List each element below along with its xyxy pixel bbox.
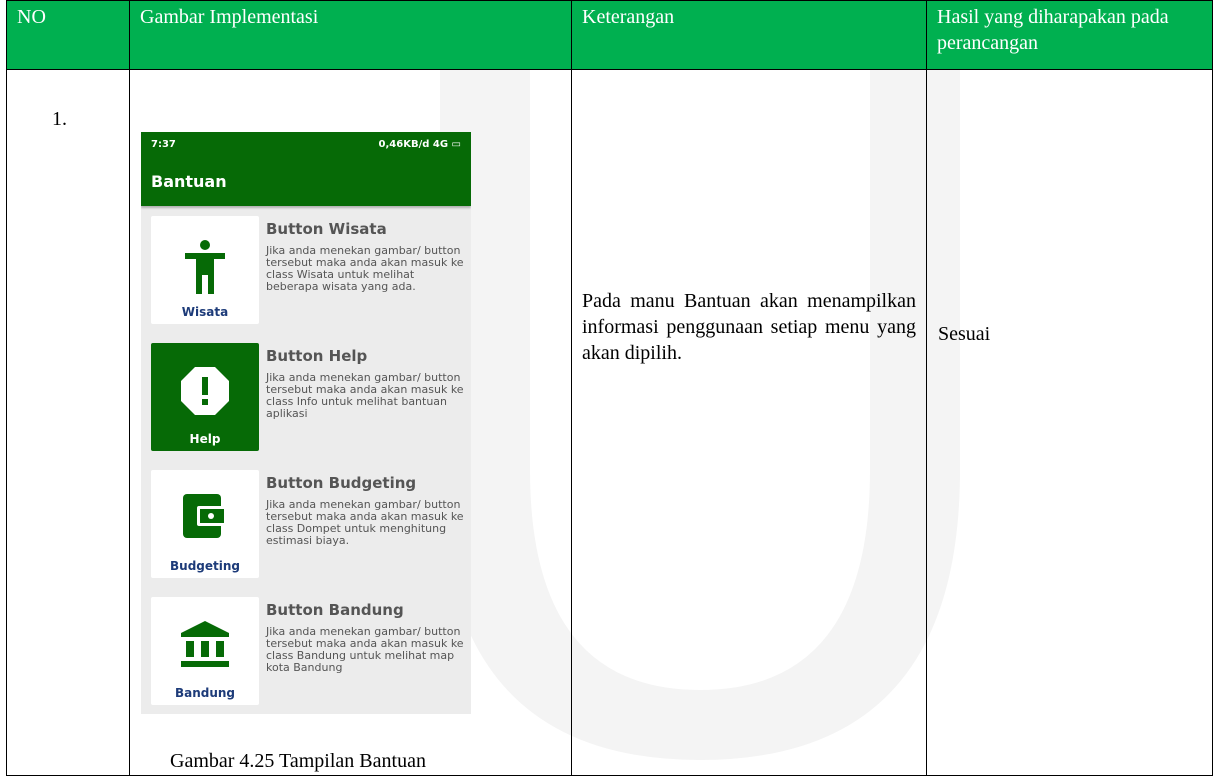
battery-icon: ▭ xyxy=(451,138,461,150)
description-text: Pada manu Bantuan akan menampilkan infor… xyxy=(582,290,916,364)
list-item: Bandung Button Bandung Jika anda menekan… xyxy=(151,597,464,709)
list-item: Budgeting Button Budgeting Jika anda men… xyxy=(151,470,464,582)
result-text: Sesuai xyxy=(938,323,991,345)
status-bar: 7:37 0,46KB/d 4G ▭ xyxy=(141,132,471,156)
person-icon xyxy=(185,240,225,294)
bandung-button[interactable]: Bandung xyxy=(151,597,259,705)
app-bar-title: Bantuan xyxy=(141,156,471,206)
item-title: Button Budgeting xyxy=(266,474,417,492)
item-title: Button Wisata xyxy=(266,220,387,238)
help-label: Help xyxy=(189,432,221,446)
alert-icon xyxy=(181,367,229,415)
help-button[interactable]: Help xyxy=(151,343,259,451)
item-description: Jika anda menekan gambar/ button tersebu… xyxy=(266,371,464,420)
budgeting-label: Budgeting xyxy=(170,559,240,573)
result-cell: Sesuai xyxy=(926,69,1213,776)
figure-caption: Gambar 4.25 Tampilan Bantuan xyxy=(170,750,426,772)
item-description: Jika anda menekan gambar/ button tersebu… xyxy=(266,625,464,674)
budgeting-button[interactable]: Budgeting xyxy=(151,470,259,578)
phone-screenshot: 7:37 0,46KB/d 4G ▭ Bantuan Wisata Button… xyxy=(141,132,471,714)
list-item: Wisata Button Wisata Jika anda menekan g… xyxy=(151,216,464,328)
item-description: Jika anda menekan gambar/ button tersebu… xyxy=(266,498,464,547)
table-header-row: NO Gambar Implementasi Keterangan Hasil … xyxy=(6,0,1213,70)
header-hasil: Hasil yang diharapakan pada perancangan xyxy=(926,0,1213,70)
wisata-label: Wisata xyxy=(181,305,229,319)
item-title: Button Bandung xyxy=(266,601,404,619)
header-keterangan: Keterangan xyxy=(571,0,927,70)
wallet-icon xyxy=(183,494,227,538)
status-network: 4G xyxy=(432,138,449,150)
status-speed: 0,46KB/d xyxy=(378,138,430,150)
bank-icon xyxy=(181,621,229,667)
description-cell: Pada manu Bantuan akan menampilkan infor… xyxy=(571,69,927,776)
item-title: Button Help xyxy=(266,347,368,365)
item-description: Jika anda menekan gambar/ button tersebu… xyxy=(266,244,464,293)
document-table: NO Gambar Implementasi Keterangan Hasil … xyxy=(6,0,1213,776)
header-gambar: Gambar Implementasi xyxy=(129,0,572,70)
row-number: 1. xyxy=(6,69,130,776)
bandung-label: Bandung xyxy=(174,686,236,700)
wisata-button[interactable]: Wisata xyxy=(151,216,259,324)
table-row: 1. 7:37 0,46KB/d 4G ▭ Bantuan Wisata But… xyxy=(6,69,1213,776)
status-time: 7:37 xyxy=(151,138,176,150)
list-item: Help Button Help Jika anda menekan gamba… xyxy=(151,343,464,455)
image-cell: 7:37 0,46KB/d 4G ▭ Bantuan Wisata Button… xyxy=(129,69,572,776)
header-no: NO xyxy=(6,0,130,70)
